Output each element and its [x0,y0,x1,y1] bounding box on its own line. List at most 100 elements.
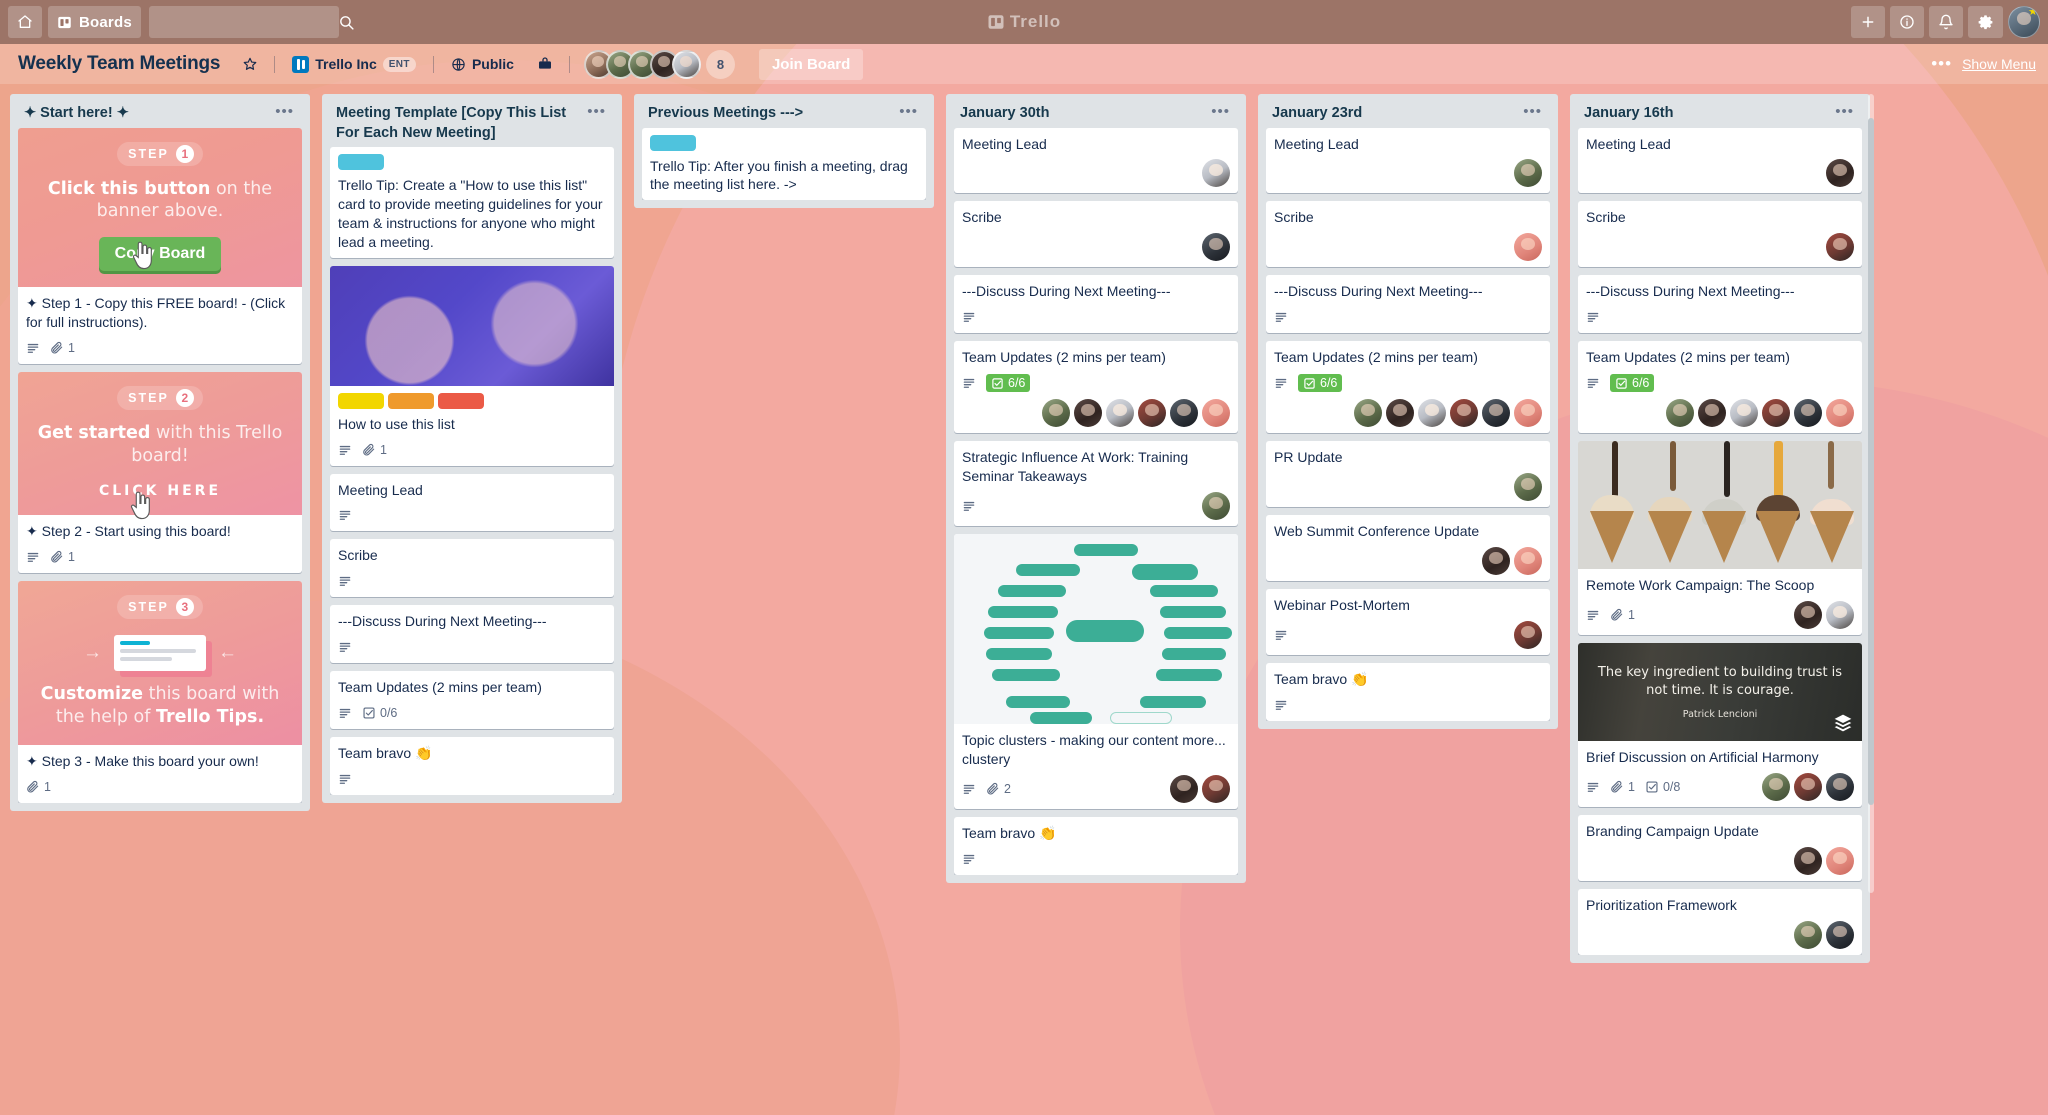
list-title[interactable]: Previous Meetings ---> [648,104,889,124]
avatar[interactable] [1794,399,1822,428]
members-overflow-count[interactable]: 8 [705,49,735,79]
list-menu-icon[interactable]: ••• [583,104,610,119]
card-team-bravo[interactable]: Team bravo 👏 [954,816,1238,875]
card-web-summit-update[interactable]: Web Summit Conference Update [1266,515,1550,581]
card-discuss-next-meeting[interactable]: ---Discuss During Next Meeting--- [1266,275,1550,334]
avatar[interactable] [1042,399,1070,428]
avatar[interactable] [1698,399,1726,428]
card-meeting-lead[interactable]: Meeting Lead [1266,127,1550,194]
card-meeting-lead[interactable]: Meeting Lead [1578,127,1862,194]
avatar[interactable] [1666,399,1694,428]
list-title[interactable]: ✦ Start here! ✦ [24,104,265,124]
avatar[interactable] [1794,846,1822,875]
search-box[interactable] [148,6,354,38]
card-trello-tip-previous[interactable]: Trello Tip: After you finish a meeting, … [642,127,926,201]
avatar[interactable] [1482,399,1510,428]
avatar[interactable] [1514,473,1542,502]
card-team-updates[interactable]: Team Updates (2 mins per team) 6/6 [1266,341,1550,434]
card-webinar-post-mortem[interactable]: Webinar Post-Mortem [1266,588,1550,655]
add-button[interactable] [1851,6,1885,38]
list-title[interactable]: January 23rd [1272,104,1513,124]
copy-board-button[interactable]: Copy Board [98,237,222,272]
card-step-2[interactable]: STEP 2 Get started with this Trello boar… [18,371,302,574]
avatar[interactable] [1826,159,1854,188]
search-icon[interactable] [338,14,355,31]
card-step-1[interactable]: STEP 1 Click this button on the banner a… [18,127,302,364]
notifications-button[interactable] [1929,6,1963,38]
avatar[interactable] [1514,546,1542,575]
list-title[interactable]: January 16th [1584,104,1825,124]
card-topic-clusters[interactable]: Topic clusters - making our content more… [954,533,1238,809]
boards-button[interactable]: Boards [48,6,141,38]
list-menu-icon[interactable]: ••• [1831,104,1858,119]
card-scribe[interactable]: Scribe [1266,201,1550,268]
avatar[interactable] [1794,601,1822,630]
avatar[interactable] [1514,620,1542,649]
ellipsis-icon[interactable]: ••• [1931,54,1952,74]
user-avatar[interactable]: ★ [2008,6,2040,38]
search-input[interactable] [156,14,338,30]
join-board-button[interactable]: Join Board [758,48,864,80]
avatar[interactable] [1170,399,1198,428]
card-step-3[interactable]: STEP 3 → ← Customize this board with the… [18,581,302,803]
visibility-chip[interactable]: Public [444,52,521,76]
avatar[interactable] [1202,159,1230,188]
label-red[interactable] [438,392,484,409]
avatar[interactable] [1386,399,1414,428]
card-meeting-lead[interactable]: Meeting Lead [330,473,614,532]
card-discuss-next-meeting[interactable]: ---Discuss During Next Meeting--- [330,605,614,664]
list-scrollbar[interactable] [1868,94,1874,894]
card-pr-update[interactable]: PR Update [1266,441,1550,508]
avatar[interactable] [1826,601,1854,630]
info-button[interactable] [1890,6,1924,38]
card-prioritization-framework[interactable]: Prioritization Framework [1578,888,1862,955]
avatar[interactable] [1762,772,1790,801]
list-title[interactable]: Meeting Template [Copy This List For Eac… [336,104,577,143]
list-menu-icon[interactable]: ••• [271,104,298,119]
avatar[interactable] [1826,233,1854,262]
avatar[interactable] [1170,774,1198,803]
avatar[interactable] [1730,399,1758,428]
card-scribe[interactable]: Scribe [954,201,1238,268]
butler-icon[interactable] [531,50,559,78]
avatar[interactable] [1202,233,1230,262]
card-team-updates[interactable]: Team Updates (2 mins per team) 6/6 [954,341,1238,434]
click-here-cta[interactable]: CLICK HERE [30,483,290,499]
card-branding-campaign-update[interactable]: Branding Campaign Update [1578,814,1862,881]
card-artificial-harmony[interactable]: The key ingredient to building trust is … [1578,643,1862,807]
label-sky[interactable] [650,134,696,151]
card-remote-work-campaign[interactable]: Remote Work Campaign: The Scoop 1 [1578,441,1862,636]
avatar[interactable] [1794,772,1822,801]
home-button[interactable] [8,6,42,38]
avatar[interactable] [1418,399,1446,428]
avatar[interactable] [1106,399,1134,428]
card-how-to-use-this-list[interactable]: How to use this list 1 [330,265,614,466]
avatar[interactable] [1202,399,1230,428]
card-trello-tip[interactable]: Trello Tip: Create a "How to use this li… [330,147,614,258]
card-team-bravo[interactable]: Team bravo 👏 [1266,662,1550,721]
avatar[interactable] [1826,920,1854,949]
show-menu-button[interactable]: Show Menu [1962,56,2036,72]
avatar[interactable] [1202,491,1230,520]
card-meeting-lead[interactable]: Meeting Lead [954,127,1238,194]
avatar[interactable] [671,49,701,79]
avatar[interactable] [1514,233,1542,262]
avatar[interactable] [1826,846,1854,875]
settings-button[interactable] [1968,6,2003,38]
avatar[interactable] [1074,399,1102,428]
avatar[interactable] [1202,774,1230,803]
avatar[interactable] [1514,399,1542,428]
avatar[interactable] [1450,399,1478,428]
team-chip[interactable]: Trello Inc ENT [285,52,423,77]
avatar[interactable] [1762,399,1790,428]
card-scribe[interactable]: Scribe [330,539,614,598]
avatar[interactable] [1514,159,1542,188]
card-discuss-next-meeting[interactable]: ---Discuss During Next Meeting--- [954,275,1238,334]
label-yellow[interactable] [338,392,384,409]
avatar[interactable] [1354,399,1382,428]
avatar[interactable] [1482,546,1510,575]
card-strategic-influence[interactable]: Strategic Influence At Work: Training Se… [954,441,1238,526]
avatar[interactable] [1138,399,1166,428]
card-discuss-next-meeting[interactable]: ---Discuss During Next Meeting--- [1578,275,1862,334]
card-scribe[interactable]: Scribe [1578,201,1862,268]
